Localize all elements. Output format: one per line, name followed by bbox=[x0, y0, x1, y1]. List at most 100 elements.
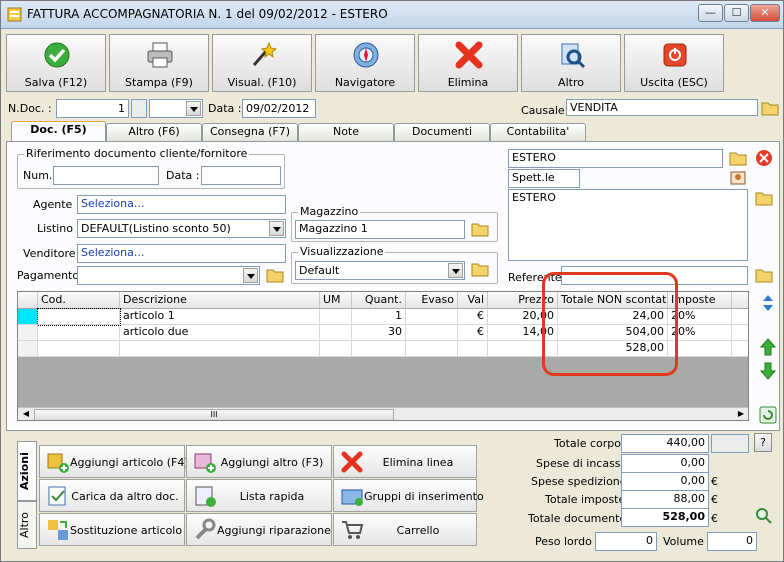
delete-button[interactable]: Elimina bbox=[418, 34, 518, 92]
magic-wand-icon bbox=[252, 41, 278, 66]
totale-imposte-field[interactable]: 88,00 bbox=[621, 490, 709, 509]
grid-cell-x[interactable] bbox=[732, 341, 748, 357]
tab-doc[interactable]: Doc. (F5) bbox=[11, 121, 106, 142]
listino-dropdown[interactable]: DEFAULT(Listino sconto 50) bbox=[77, 219, 286, 238]
grid-cell-cod[interactable] bbox=[37, 308, 121, 326]
grid-cell-evaso[interactable] bbox=[406, 325, 458, 341]
pagamento-dropdown[interactable] bbox=[77, 266, 260, 285]
cliente-remove-icon[interactable] bbox=[755, 149, 773, 167]
tab-documenti[interactable]: Documenti bbox=[394, 123, 490, 141]
lista-rapida-button[interactable]: Lista rapida bbox=[186, 479, 332, 512]
row-selector[interactable] bbox=[18, 325, 38, 341]
save-button[interactable]: Salva (F12) bbox=[6, 34, 106, 92]
grid-cell-x[interactable] bbox=[732, 325, 748, 341]
cliente-folder-icon[interactable] bbox=[729, 149, 747, 167]
rif-date-field[interactable] bbox=[201, 166, 281, 185]
aggiungi-articolo-f4-button[interactable]: Aggiungi articolo (F4) bbox=[39, 445, 189, 478]
grid-cell-val[interactable]: € bbox=[458, 309, 488, 325]
causale-folder-icon[interactable] bbox=[761, 99, 779, 117]
causale-field[interactable] bbox=[566, 99, 758, 116]
magazzino-folder-icon[interactable] bbox=[471, 220, 489, 238]
referente-folder-icon[interactable] bbox=[755, 266, 773, 284]
move-down-icon[interactable] bbox=[758, 361, 778, 381]
totale-corpo-field[interactable]: 440,00 bbox=[621, 434, 709, 453]
magazzino-field[interactable]: Magazzino 1 bbox=[295, 220, 465, 239]
carrello-button[interactable]: Carrello bbox=[333, 513, 477, 546]
visualizzazione-dropdown[interactable]: Default bbox=[295, 261, 465, 280]
grid-cell-um[interactable] bbox=[320, 309, 352, 325]
ndoc-field[interactable] bbox=[56, 99, 129, 118]
grid-cell-evaso[interactable] bbox=[406, 309, 458, 325]
address-folder-icon[interactable] bbox=[755, 189, 773, 207]
grid-cell-val[interactable]: € bbox=[458, 325, 488, 341]
print-button[interactable]: Stampa (F9) bbox=[109, 34, 209, 92]
aggiungi-riparazione-button[interactable]: Aggiungi riparazione bbox=[186, 513, 332, 546]
zoom-document-icon[interactable] bbox=[755, 507, 773, 525]
scroll-left-icon[interactable]: ◀ bbox=[19, 409, 33, 420]
column-header-quant[interactable]: Quant. bbox=[352, 292, 406, 309]
ndoc-suffix-button[interactable] bbox=[131, 99, 147, 118]
visualizzazione-folder-icon[interactable] bbox=[471, 260, 489, 278]
close-window-button[interactable]: ✕ bbox=[750, 4, 780, 22]
tab-altro[interactable]: Altro (F6) bbox=[106, 123, 202, 141]
side-tab-altro[interactable]: Altro bbox=[17, 501, 37, 549]
totale-documento-field[interactable]: 528,00 bbox=[621, 508, 709, 527]
grid-cell-desc[interactable]: articolo 1 bbox=[120, 309, 320, 325]
column-header-um[interactable]: UM bbox=[320, 292, 352, 309]
aggiungi-altro-f3-button[interactable]: Aggiungi altro (F3) bbox=[186, 445, 332, 478]
cliente-name-field[interactable]: ESTERO bbox=[508, 149, 723, 168]
column-header-evaso[interactable]: Evaso bbox=[406, 292, 458, 309]
horizontal-scrollbar[interactable]: ◀ III ▶ bbox=[18, 407, 748, 420]
grid-cell-um[interactable] bbox=[320, 325, 352, 341]
contact-card-icon[interactable] bbox=[729, 169, 747, 187]
preview-button[interactable]: Visual. (F10) bbox=[212, 34, 312, 92]
date-field[interactable] bbox=[242, 99, 316, 118]
spese-spedizione-field[interactable]: 0,00 bbox=[621, 472, 709, 491]
grid-cell-desc[interactable] bbox=[120, 341, 320, 357]
grid-cell-quant[interactable]: 30 bbox=[352, 325, 406, 341]
grid-cell-cod[interactable] bbox=[38, 341, 120, 357]
pagamento-folder-icon[interactable] bbox=[266, 266, 284, 284]
address-field[interactable]: ESTERO bbox=[508, 189, 748, 261]
sort-updown-icon[interactable] bbox=[758, 293, 778, 313]
grid-cell-quant[interactable]: 1 bbox=[352, 309, 406, 325]
num-field[interactable] bbox=[53, 166, 159, 185]
tab-contabilita[interactable]: Contabilita' bbox=[490, 123, 586, 141]
refresh-icon[interactable] bbox=[758, 405, 778, 425]
carica-da-altro-doc-button[interactable]: Carica da altro doc. bbox=[39, 479, 185, 512]
column-header-descrizione[interactable]: Descrizione bbox=[120, 292, 320, 309]
grid-cell-quant[interactable] bbox=[352, 341, 406, 357]
peso-lordo-field[interactable]: 0 bbox=[595, 532, 657, 551]
minimize-button[interactable]: — bbox=[698, 4, 723, 22]
spese-incasso-field[interactable]: 0,00 bbox=[621, 454, 709, 473]
column-header-cod[interactable]: Cod. bbox=[38, 292, 120, 309]
grid-cell-x[interactable] bbox=[732, 309, 748, 325]
row-selector[interactable] bbox=[18, 341, 38, 357]
column-header-val[interactable]: Val bbox=[458, 292, 488, 309]
volume-field[interactable]: 0 bbox=[707, 532, 757, 551]
scroll-right-icon[interactable]: ▶ bbox=[734, 409, 748, 420]
exit-button[interactable]: Uscita (ESC) bbox=[624, 34, 724, 92]
grid-cell-um[interactable] bbox=[320, 341, 352, 357]
grid-cell-cod[interactable] bbox=[38, 325, 120, 341]
scroll-thumb[interactable]: III bbox=[34, 409, 394, 420]
navigator-button[interactable]: Navigatore bbox=[315, 34, 415, 92]
maximize-button[interactable]: ☐ bbox=[724, 4, 749, 22]
grid-cell-evaso[interactable] bbox=[406, 341, 458, 357]
tab-consegna[interactable]: Consegna (F7) bbox=[202, 123, 298, 141]
other-button[interactable]: Altro bbox=[521, 34, 621, 92]
elimina-linea-button[interactable]: Elimina linea bbox=[333, 445, 477, 478]
tab-note[interactable]: Note bbox=[298, 123, 394, 141]
ndoc-series-dropdown[interactable] bbox=[149, 99, 203, 118]
help-button[interactable]: ? bbox=[754, 433, 772, 452]
grid-cell-desc[interactable]: articolo due bbox=[120, 325, 320, 341]
sostituzione-articolo-button[interactable]: Sostituzione articolo bbox=[39, 513, 185, 546]
gruppi-di-inserimento-button[interactable]: Gruppi di inserimento bbox=[333, 479, 484, 512]
salutation-field[interactable]: Spett.le bbox=[508, 169, 580, 188]
move-up-icon[interactable] bbox=[758, 337, 778, 357]
side-tab-azioni[interactable]: Azioni bbox=[17, 441, 37, 501]
grid-cell-val[interactable] bbox=[458, 341, 488, 357]
row-selector[interactable] bbox=[18, 309, 38, 325]
agente-field[interactable]: Seleziona... bbox=[77, 195, 286, 214]
venditore-field[interactable]: Seleziona... bbox=[77, 244, 286, 263]
